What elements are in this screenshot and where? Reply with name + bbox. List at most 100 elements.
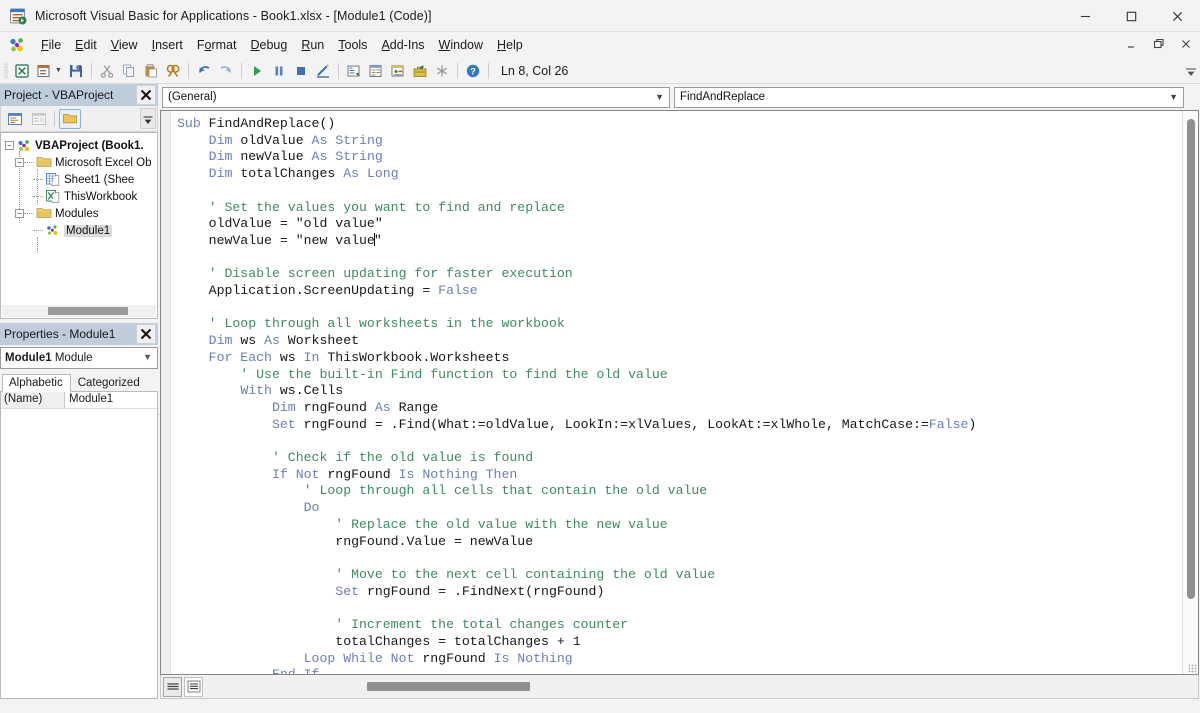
object-dropdown[interactable]: (General) ▼ bbox=[162, 86, 670, 108]
project-explorer-close-icon[interactable] bbox=[136, 85, 156, 105]
tree-item-vbaproject[interactable]: − VBAProject (Book1. bbox=[1, 137, 157, 154]
properties-object-select[interactable]: Module1 Module ▼ bbox=[0, 347, 158, 369]
code-text[interactable]: Sub FindAndReplace() Dim oldValue As Str… bbox=[171, 111, 1182, 674]
save-icon[interactable] bbox=[65, 60, 87, 82]
menu-insert[interactable]: Insert bbox=[145, 35, 190, 55]
mdi-restore-button[interactable] bbox=[1151, 36, 1167, 52]
properties-window-icon[interactable] bbox=[365, 60, 387, 82]
code-token: Loop While Not bbox=[303, 650, 415, 666]
chevron-down-icon[interactable]: ▼ bbox=[655, 92, 664, 102]
tree-connector bbox=[33, 230, 43, 231]
maximize-button[interactable] bbox=[1108, 0, 1154, 32]
code-token: String bbox=[335, 149, 383, 165]
code-token: String bbox=[335, 132, 383, 148]
tree-connector bbox=[24, 162, 34, 163]
paste-icon[interactable] bbox=[140, 60, 162, 82]
insert-userform-icon[interactable] bbox=[33, 60, 55, 82]
vba-logo-icon bbox=[8, 36, 26, 54]
menu-debug[interactable]: Debug bbox=[243, 35, 294, 55]
run-icon[interactable] bbox=[246, 60, 268, 82]
chevron-down-icon[interactable]: ▼ bbox=[1169, 92, 1178, 102]
code-token: As bbox=[343, 166, 360, 182]
tree-connector bbox=[33, 196, 43, 197]
procedure-view-icon[interactable] bbox=[163, 676, 182, 697]
folder-icon bbox=[36, 155, 52, 170]
scrollbar-thumb[interactable] bbox=[1187, 119, 1195, 599]
stop-icon[interactable] bbox=[290, 60, 312, 82]
toolbar-overflow-icon[interactable] bbox=[1184, 61, 1198, 79]
close-button[interactable] bbox=[1154, 0, 1200, 32]
code-margin-indicator-bar[interactable] bbox=[161, 111, 171, 674]
menu-help[interactable]: Help bbox=[490, 35, 530, 55]
view-code-icon[interactable] bbox=[4, 109, 26, 129]
vba-app-icon bbox=[8, 6, 28, 26]
toolbox-icon[interactable] bbox=[409, 60, 431, 82]
chevron-down-icon[interactable]: ▼ bbox=[55, 67, 62, 74]
tree-expander[interactable]: − bbox=[5, 141, 14, 150]
help-icon[interactable]: ? bbox=[462, 60, 484, 82]
tree-item-sheet1[interactable]: Sheet1 (Shee bbox=[1, 171, 157, 188]
resize-grip-icon[interactable] bbox=[1188, 664, 1197, 673]
design-mode-icon[interactable] bbox=[312, 60, 334, 82]
code-scroll-region[interactable]: Sub FindAndReplace() Dim oldValue As Str… bbox=[171, 111, 1182, 674]
code-token: As bbox=[374, 399, 391, 415]
procedure-dropdown[interactable]: FindAndReplace ▼ bbox=[674, 86, 1184, 108]
menu-window[interactable]: Window bbox=[432, 35, 490, 55]
tree-item-modules[interactable]: − Modules bbox=[1, 205, 157, 222]
view-excel-icon[interactable] bbox=[11, 60, 33, 82]
code-vertical-scrollbar[interactable] bbox=[1182, 111, 1198, 674]
menu-edit[interactable]: Edit bbox=[68, 35, 104, 55]
properties-grid[interactable]: (Name) Module1 bbox=[0, 391, 158, 699]
code-token: As bbox=[311, 132, 328, 148]
menu-addins[interactable]: Add-Ins bbox=[374, 35, 431, 55]
project-tree-hscrollbar[interactable] bbox=[2, 305, 156, 317]
properties-close-icon[interactable] bbox=[136, 324, 156, 344]
menu-tools[interactable]: Tools bbox=[331, 35, 374, 55]
menu-format[interactable]: Format bbox=[190, 35, 244, 55]
code-token: Dim bbox=[271, 399, 296, 415]
menu-file[interactable]: File bbox=[34, 35, 68, 55]
tab-alphabetic[interactable]: Alphabetic bbox=[2, 374, 71, 392]
tree-item-label: ThisWorkbook bbox=[64, 190, 138, 203]
scrollbar-thumb[interactable] bbox=[48, 307, 128, 315]
pause-icon[interactable] bbox=[268, 60, 290, 82]
full-module-view-icon[interactable] bbox=[184, 676, 203, 697]
tree-item-thisworkbook[interactable]: ThisWorkbook bbox=[1, 188, 157, 205]
view-object-icon[interactable] bbox=[28, 109, 50, 129]
tree-item-module1[interactable]: Module1 bbox=[1, 222, 157, 239]
code-token: False bbox=[438, 283, 478, 299]
tree-item-microsoft-excel-objects[interactable]: − Microsoft Excel Ob bbox=[1, 154, 157, 171]
menu-run[interactable]: Run bbox=[294, 35, 331, 55]
project-explorer-icon[interactable] bbox=[343, 60, 365, 82]
mdi-minimize-button[interactable] bbox=[1124, 36, 1140, 52]
object-browser-icon[interactable] bbox=[387, 60, 409, 82]
object-browser-tool-icon[interactable] bbox=[431, 60, 453, 82]
worksheet-icon bbox=[45, 172, 61, 187]
property-row[interactable]: (Name) Module1 bbox=[1, 392, 157, 409]
copy-icon[interactable] bbox=[118, 60, 140, 82]
property-value[interactable]: Module1 bbox=[65, 392, 157, 408]
tree-expander[interactable]: − bbox=[15, 158, 24, 167]
workbook-icon bbox=[45, 189, 61, 204]
scrollbar-thumb[interactable] bbox=[367, 682, 530, 691]
tab-categorized[interactable]: Categorized bbox=[70, 374, 148, 392]
code-horizontal-scrollbar[interactable] bbox=[207, 678, 1196, 694]
redo-icon[interactable] bbox=[215, 60, 237, 82]
toolbar-separator bbox=[90, 62, 92, 79]
toggle-folders-icon[interactable] bbox=[59, 108, 81, 129]
project-toolbar-overflow-icon[interactable] bbox=[140, 108, 156, 129]
mdi-close-button[interactable] bbox=[1178, 36, 1194, 52]
cut-icon[interactable] bbox=[96, 60, 118, 82]
tree-expander[interactable]: − bbox=[15, 209, 24, 218]
code-token: newValue = "new value bbox=[177, 232, 375, 248]
minimize-button[interactable] bbox=[1062, 0, 1108, 32]
project-tree[interactable]: − VBAProject (Book1. − Microsoft Excel O… bbox=[0, 132, 158, 319]
find-icon[interactable] bbox=[162, 60, 184, 82]
menu-view[interactable]: View bbox=[104, 35, 145, 55]
undo-icon[interactable] bbox=[193, 60, 215, 82]
chevron-down-icon[interactable]: ▼ bbox=[143, 352, 152, 362]
toolbar-grip[interactable] bbox=[4, 62, 8, 79]
